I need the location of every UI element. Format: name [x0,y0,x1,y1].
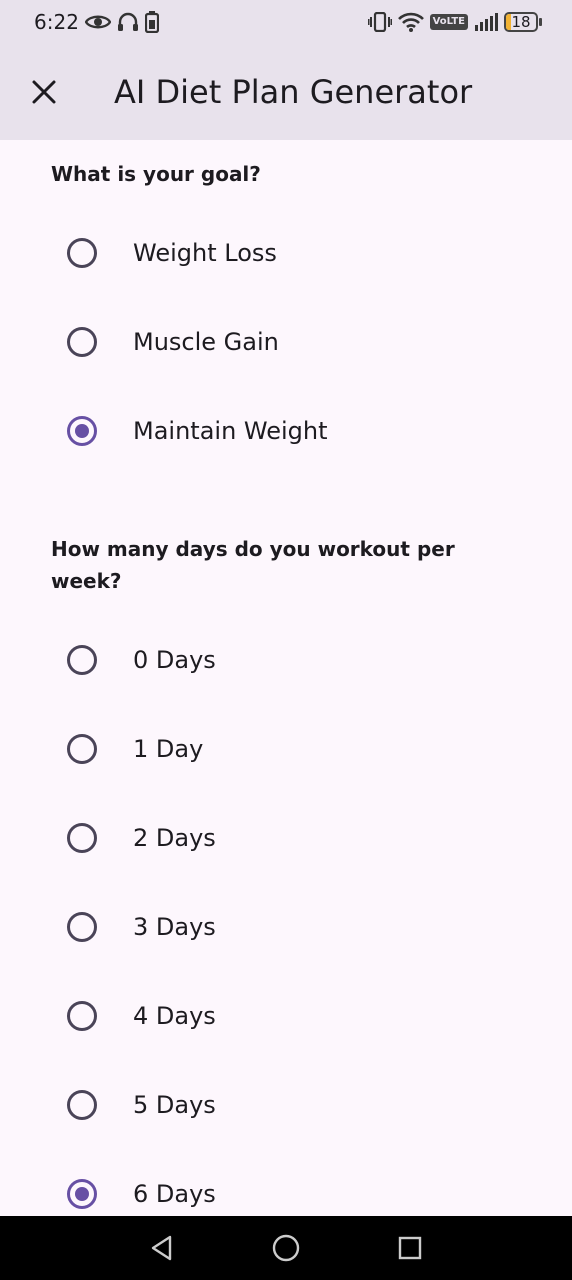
radio-button[interactable] [67,912,97,942]
workout-option-2-days[interactable]: 2 Days [56,802,526,874]
workout-option-4-days[interactable]: 4 Days [56,980,526,1052]
battery-body: 18 [504,12,538,32]
option-label: Maintain Weight [133,417,328,445]
option-label: 6 Days [133,1180,216,1208]
form-content[interactable]: What is your goal? Weight Loss Muscle Ga… [0,140,572,1216]
system-nav-bar [0,1216,572,1280]
workout-option-3-days[interactable]: 3 Days [56,891,526,963]
radio-button[interactable] [67,1179,97,1209]
status-bar-right: VoLTE 18 [367,12,542,32]
radio-button[interactable] [67,1001,97,1031]
close-icon [32,80,56,104]
page-title: AI Diet Plan Generator [114,73,473,111]
wifi-icon [397,12,424,32]
battery-icon: 18 [504,12,542,32]
signal-icon [474,12,498,32]
radio-button[interactable] [67,645,97,675]
radio-button[interactable] [67,823,97,853]
battery-tip [539,18,542,26]
battery-saver-icon [144,11,159,33]
option-label: 1 Day [133,735,204,763]
status-bar: 6:22 VoLTE 18 [0,0,572,44]
option-label: 0 Days [133,646,216,674]
goal-option-weight-loss[interactable]: Weight Loss [56,217,526,289]
goal-option-maintain-weight[interactable]: Maintain Weight [56,395,526,467]
radio-button[interactable] [67,416,97,446]
recents-square-icon [398,1236,422,1260]
vibrate-icon [367,12,392,32]
option-label: 3 Days [133,913,216,941]
radio-button[interactable] [67,327,97,357]
option-label: Weight Loss [133,239,277,267]
workout-question: How many days do you workout per week? [51,537,455,593]
home-circle-icon [272,1234,300,1262]
back-button[interactable] [138,1224,186,1272]
option-label: Muscle Gain [133,328,279,356]
radio-button[interactable] [67,238,97,268]
option-label: 5 Days [133,1091,216,1119]
battery-level: 18 [511,13,531,31]
close-button[interactable] [20,68,68,116]
goal-option-muscle-gain[interactable]: Muscle Gain [56,306,526,378]
goal-question: What is your goal? [51,162,261,186]
status-bar-left: 6:22 [34,10,159,34]
recents-button[interactable] [386,1224,434,1272]
volte-badge: VoLTE [429,14,468,30]
workout-option-5-days[interactable]: 5 Days [56,1069,526,1141]
radio-button[interactable] [67,734,97,764]
option-label: 4 Days [133,1002,216,1030]
workout-option-6-days[interactable]: 6 Days [56,1158,526,1216]
option-label: 2 Days [133,824,216,852]
radio-button[interactable] [67,1090,97,1120]
back-triangle-icon [151,1235,172,1261]
eye-icon [84,13,111,31]
headphones-icon [117,12,139,32]
workout-option-0-days[interactable]: 0 Days [56,624,526,696]
workout-option-1-day[interactable]: 1 Day [56,713,526,785]
status-time: 6:22 [34,10,79,34]
home-button[interactable] [262,1224,310,1272]
app-bar: AI Diet Plan Generator [0,44,572,140]
